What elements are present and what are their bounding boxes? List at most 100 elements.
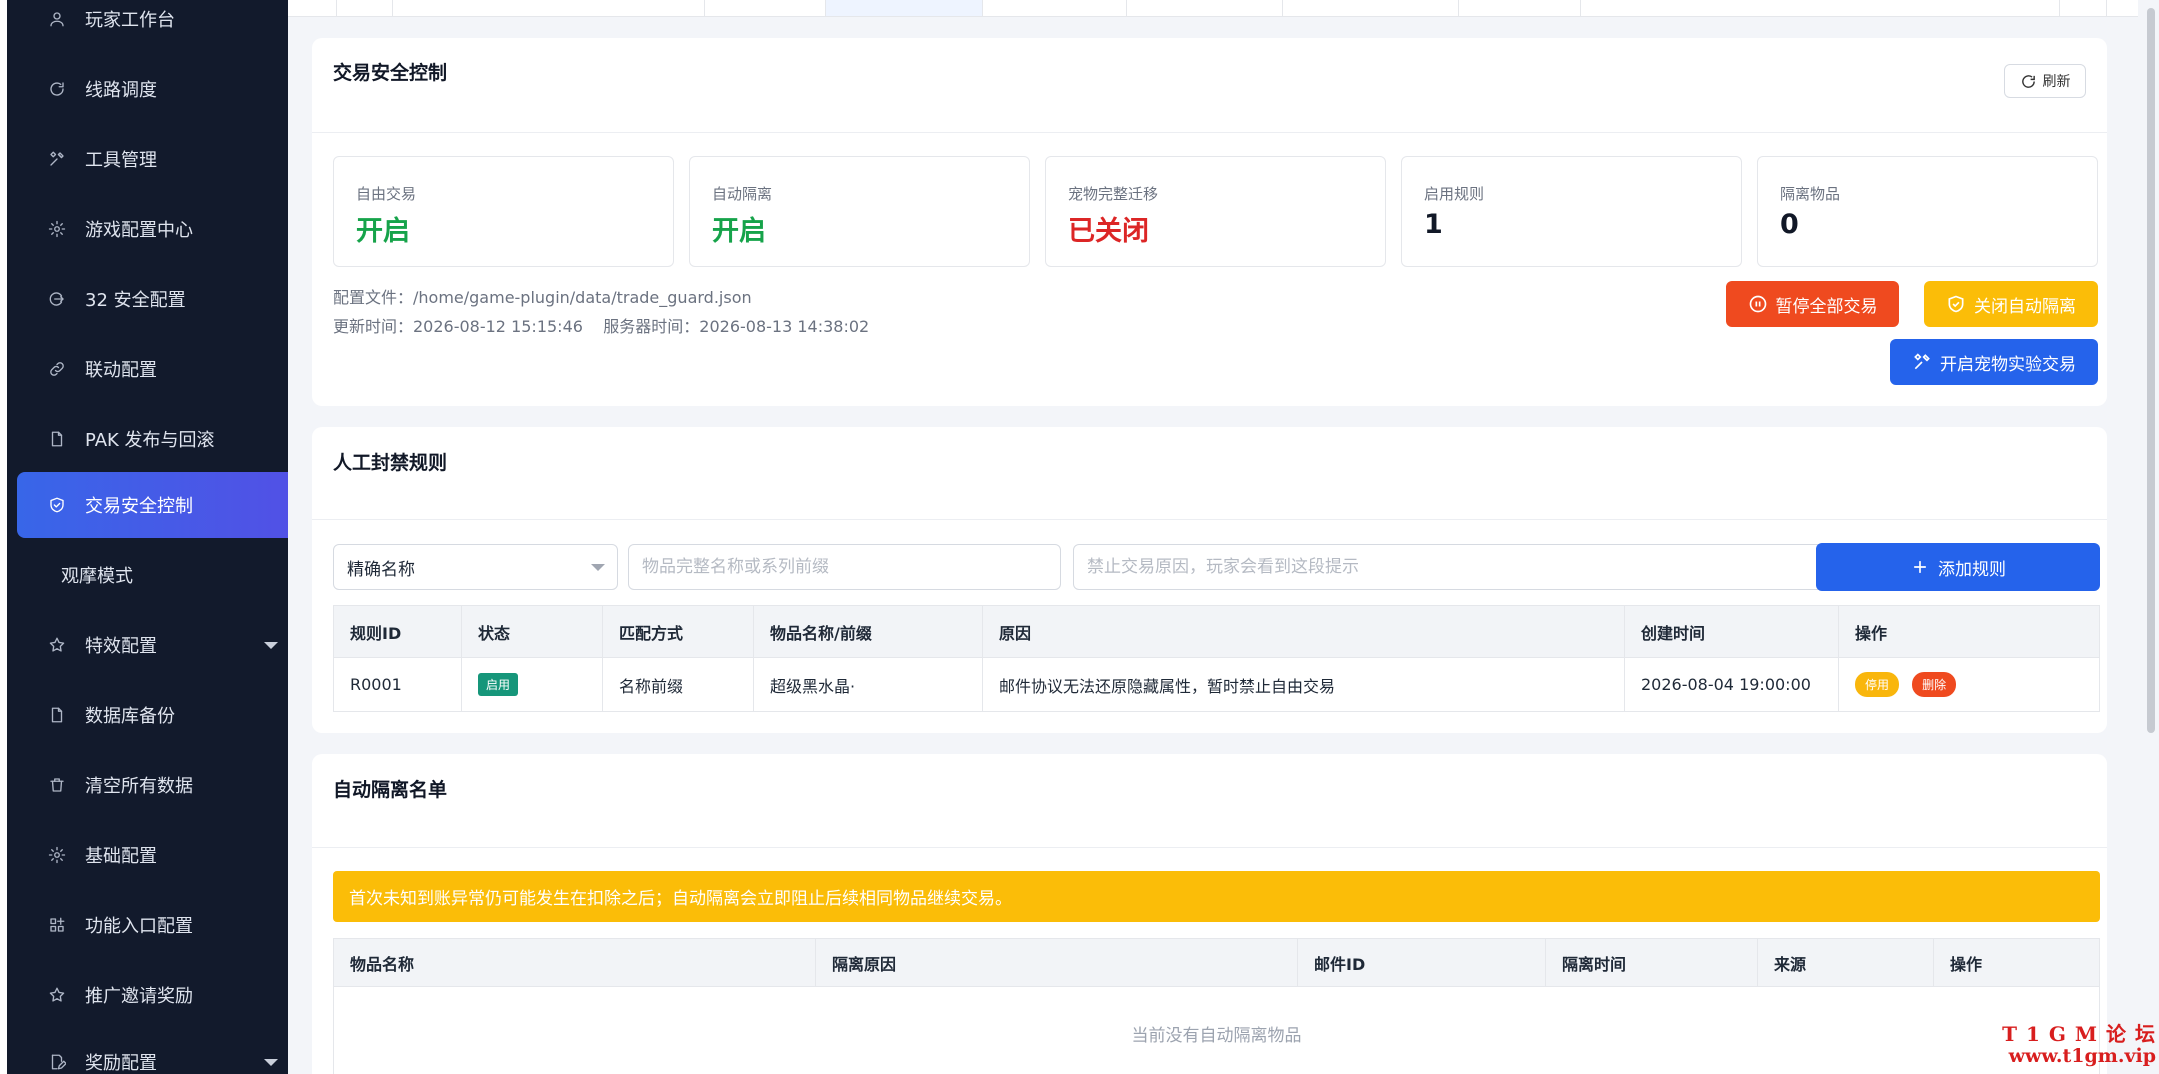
file-icon: [47, 705, 67, 725]
column-header: 隔离时间: [1545, 938, 1758, 987]
stat-label: 宠物完整迁移: [1068, 185, 1159, 203]
sidebar-item-label: 奖励配置: [85, 1053, 157, 1074]
divider: [312, 847, 2107, 848]
sidebar-item-label: 推广邀请奖励: [85, 986, 193, 1007]
button-label: 关闭自动隔离: [1974, 296, 2076, 317]
column-header: 原因: [982, 605, 1625, 658]
sidebar-item-label: 特效配置: [85, 636, 157, 657]
stat-isolated-items: 隔离物品 0: [1757, 156, 2098, 267]
sidebar-item-clear-data[interactable]: 清空所有数据: [17, 752, 288, 818]
sidebar-item-label: 交易安全控制: [85, 496, 193, 517]
sidebar-item-trade-security[interactable]: 交易安全控制: [17, 472, 288, 538]
open-pet-trade-button[interactable]: 开启宠物实验交易: [1890, 339, 2098, 385]
tab-divider: [2059, 0, 2060, 16]
sidebar-item-label: 数据库备份: [85, 706, 175, 727]
main-content: 交易安全控制 刷新 自由交易 开启 自动隔离 开启 宠物完整迁移 已关闭 启用规…: [288, 0, 2159, 1074]
sidebar-item-invite-reward[interactable]: 推广邀请奖励: [17, 962, 288, 1028]
file-icon: [47, 429, 67, 449]
stat-pet-migration: 宠物完整迁移 已关闭: [1045, 156, 1386, 267]
config-file-path: 配置文件：/home/game-plugin/data/trade_guard.…: [333, 288, 752, 307]
button-label: 开启宠物实验交易: [1940, 354, 2076, 375]
sidebar-item-route-dispatch[interactable]: 线路调度: [17, 56, 288, 122]
button-label: 暂停全部交易: [1775, 296, 1878, 317]
tab-divider: [1580, 0, 1581, 16]
stat-value: 已关闭: [1068, 216, 1149, 247]
tab-active[interactable]: [825, 0, 982, 16]
sidebar-item-observe-mode[interactable]: 观摩模式: [17, 542, 288, 608]
divider: [312, 519, 2107, 520]
sidebar-item-label: PAK 发布与回滚: [85, 430, 215, 451]
stat-auto-isolate: 自动隔离 开启: [689, 156, 1030, 267]
column-header: 来源: [1757, 938, 1934, 987]
status-badge: 启用: [478, 673, 519, 696]
stat-value: 0: [1780, 209, 1799, 240]
watermark-url: www.t1gm.vip: [2008, 1045, 2156, 1067]
isolation-warning-alert: 首次未知到账异常仍可能发生在扣除之后；自动隔离会立即阻止后续相同物品继续交易。: [333, 871, 2100, 922]
refresh-icon: [47, 79, 67, 99]
stat-label: 自由交易: [356, 185, 417, 203]
stat-value: 开启: [712, 216, 766, 247]
gear-icon: [47, 845, 67, 865]
sidebar-item-label: 游戏配置中心: [85, 220, 193, 241]
sidebar: 玩家工作台 线路调度 工具管理 游戏配置中心 32 安全配置 联动配置 PAK …: [7, 0, 288, 1074]
chevron-down-icon: [264, 1059, 278, 1066]
refresh-button[interactable]: 刷新: [2004, 64, 2086, 98]
stat-value: 1: [1424, 209, 1443, 240]
trash-icon: [47, 775, 67, 795]
sidebar-item-basic-config[interactable]: 基础配置: [17, 822, 288, 888]
pause-all-trade-button[interactable]: 暂停全部交易: [1726, 281, 1899, 327]
sidebar-item-entry-config[interactable]: 功能入口配置: [17, 892, 288, 958]
disable-rule-button[interactable]: 停用: [1855, 672, 1900, 697]
stat-free-trade: 自由交易 开启: [333, 156, 674, 267]
sidebar-item-link-config[interactable]: 联动配置: [17, 336, 288, 402]
tab-divider: [1458, 0, 1459, 16]
sidebar-item-label: 功能入口配置: [85, 916, 193, 937]
sidebar-item-tools[interactable]: 工具管理: [17, 126, 288, 192]
column-header: 物品名称: [333, 938, 816, 987]
sidebar-item-db-backup[interactable]: 数据库备份: [17, 682, 288, 748]
sidebar-item-label: 联动配置: [85, 360, 157, 381]
divider: [312, 132, 2107, 133]
delete-rule-button[interactable]: 删除: [1912, 672, 1957, 697]
sidebar-item-label: 基础配置: [85, 846, 157, 867]
sidebar-item-effects-config[interactable]: 特效配置: [17, 612, 288, 678]
sidebar-item-reward-config[interactable]: 奖励配置: [17, 1029, 288, 1074]
isolation-card: 自动隔离名单 首次未知到账异常仍可能发生在扣除之后；自动隔离会立即阻止后续相同物…: [312, 754, 2107, 1074]
match-type-select[interactable]: 精确名称: [333, 544, 618, 590]
pause-icon: [1749, 295, 1766, 313]
column-header: 物品名称/前缀: [753, 605, 983, 658]
rule-actions: 停用 删除: [1838, 657, 2100, 712]
tab-divider: [2106, 0, 2107, 16]
sidebar-item-game-config-center[interactable]: 游戏配置中心: [17, 196, 288, 262]
sidebar-item-label: 32 安全配置: [85, 290, 186, 311]
tab-divider: [1282, 0, 1283, 16]
rule-reason: 邮件协议无法还原隐藏属性，暂时禁止自由交易: [982, 657, 1625, 712]
sidebar-item-pak-release[interactable]: PAK 发布与回滚: [17, 406, 288, 472]
sidebar-item-security-config[interactable]: 32 安全配置: [17, 266, 288, 332]
add-rule-button[interactable]: 添加规则: [1816, 543, 2100, 591]
button-label: 添加规则: [1938, 559, 2006, 580]
page-scrollbar[interactable]: [2143, 0, 2159, 1074]
tab-divider: [704, 0, 705, 16]
stat-label: 启用规则: [1424, 185, 1485, 203]
close-auto-isolate-button[interactable]: 关闭自动隔离: [1924, 281, 2098, 327]
chevron-down-icon: [591, 564, 605, 571]
card-title: 自动隔离名单: [333, 779, 448, 801]
stat-label: 自动隔离: [712, 185, 773, 203]
sidebar-item-label: 工具管理: [85, 150, 157, 171]
card-title: 人工封禁规则: [333, 452, 448, 474]
stat-value: 开启: [356, 216, 410, 247]
column-header: 创建时间: [1624, 605, 1839, 658]
ban-rules-table: 规则ID 状态 匹配方式 物品名称/前缀 原因 创建时间 操作 R0001 启用…: [333, 605, 2100, 712]
card-title: 交易安全控制: [333, 62, 448, 84]
reason-input[interactable]: [1073, 544, 1842, 590]
user-icon: [47, 9, 67, 29]
star-icon: [47, 985, 67, 1005]
tab-strip: [288, 0, 2138, 17]
select-value: 精确名称: [347, 559, 415, 580]
sidebar-item-player-workbench[interactable]: 玩家工作台: [17, 0, 288, 52]
sidebar-item-label: 观摩模式: [61, 566, 133, 587]
table-header: 规则ID 状态 匹配方式 物品名称/前缀 原因 创建时间 操作: [333, 605, 2100, 658]
item-name-input[interactable]: [628, 544, 1061, 590]
scrollbar-thumb[interactable]: [2147, 8, 2155, 733]
